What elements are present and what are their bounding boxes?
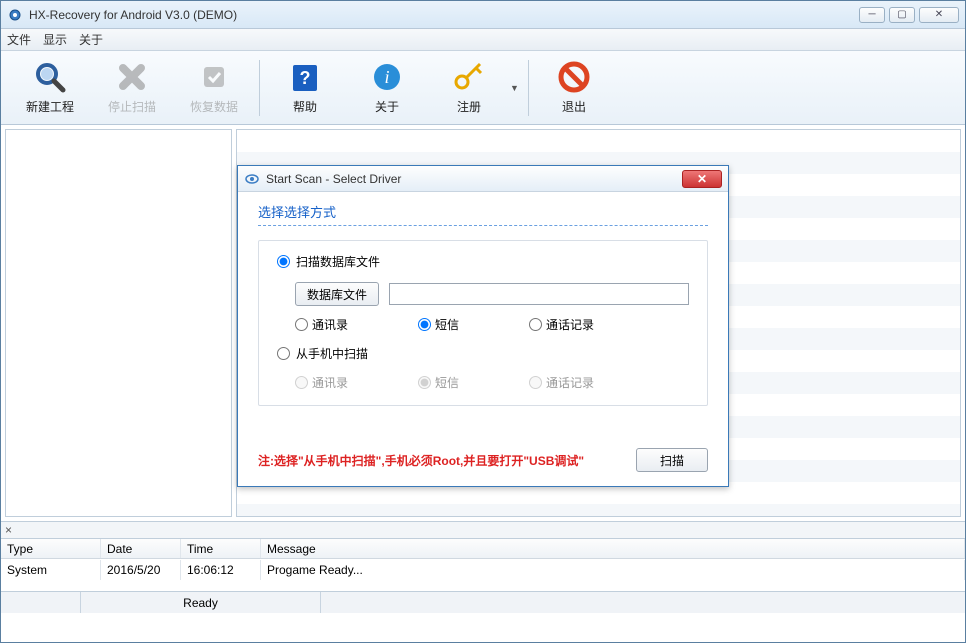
- eye-icon: [244, 171, 260, 187]
- toolbar-label: 新建工程: [26, 98, 74, 115]
- toolbar-label: 退出: [562, 98, 586, 115]
- toolbar: 新建工程 停止扫描 恢复数据 ? 帮助 i 关于 注册 ▼ 退出: [1, 51, 965, 125]
- log-header-time[interactable]: Time: [181, 539, 261, 558]
- menubar: 文件 显示 关于: [1, 29, 965, 51]
- toolbar-label: 恢复数据: [190, 98, 238, 115]
- toolbar-recover: 恢复数据: [173, 55, 255, 121]
- recover-icon: [197, 60, 231, 94]
- option-scan-phone[interactable]: 从手机中扫描: [277, 345, 689, 362]
- toolbar-about[interactable]: i 关于: [346, 55, 428, 121]
- db-file-button[interactable]: 数据库文件: [295, 282, 379, 306]
- log-cell-date: 2016/5/20: [101, 560, 181, 580]
- radio-contacts-disabled: 通讯录: [295, 374, 348, 391]
- info-icon: i: [370, 60, 404, 94]
- scan-dialog: Start Scan - Select Driver ✕ 选择选择方式 扫描数据…: [237, 165, 729, 487]
- radio-contacts[interactable]: 通讯录: [295, 316, 348, 333]
- log-header-type[interactable]: Type: [1, 539, 101, 558]
- menu-about[interactable]: 关于: [79, 31, 103, 48]
- db-file-row: 数据库文件: [295, 282, 689, 306]
- window-title: HX-Recovery for Android V3.0 (DEMO): [29, 8, 859, 22]
- radio-scan-db[interactable]: [277, 255, 290, 268]
- status-ready: Ready: [81, 592, 321, 613]
- menu-view[interactable]: 显示: [43, 31, 67, 48]
- dialog-option-group: 扫描数据库文件 数据库文件 通讯录 短信 通话记录 从手机中扫描 通讯录 短信 …: [258, 240, 708, 406]
- dialog-title: Start Scan - Select Driver: [266, 172, 682, 186]
- log-cell-type: System: [1, 560, 101, 580]
- stop-icon: [115, 60, 149, 94]
- toolbar-label: 帮助: [293, 98, 317, 115]
- dropdown-arrow-icon[interactable]: ▼: [510, 83, 524, 93]
- toolbar-exit[interactable]: 退出: [533, 55, 615, 121]
- svg-text:?: ?: [300, 68, 311, 88]
- toolbar-label: 停止扫描: [108, 98, 156, 115]
- log-row[interactable]: System 2016/5/20 16:06:12 Progame Ready.…: [1, 559, 965, 581]
- toolbar-new-project[interactable]: 新建工程: [9, 55, 91, 121]
- log-header-date[interactable]: Date: [101, 539, 181, 558]
- radio-sms[interactable]: 短信: [418, 316, 459, 333]
- dialog-body: 选择选择方式 扫描数据库文件 数据库文件 通讯录 短信 通话记录 从手机中扫描: [238, 192, 728, 448]
- help-book-icon: ?: [288, 60, 322, 94]
- maximize-button[interactable]: ▢: [889, 7, 915, 23]
- log-table: Type Date Time Message System 2016/5/20 …: [1, 539, 965, 591]
- radio-calllog[interactable]: 通话记录: [529, 316, 594, 333]
- left-tree-panel[interactable]: [5, 129, 232, 517]
- toolbar-label: 关于: [375, 98, 399, 115]
- key-icon: [452, 60, 486, 94]
- log-cell-time: 16:06:12: [181, 560, 261, 580]
- window-controls: ─ ▢ ✕: [859, 7, 959, 23]
- toolbar-label: 注册: [457, 98, 481, 115]
- minimize-button[interactable]: ─: [859, 7, 885, 23]
- dialog-heading: 选择选择方式: [258, 202, 708, 221]
- dialog-titlebar[interactable]: Start Scan - Select Driver ✕: [238, 166, 728, 192]
- toolbar-separator: [528, 60, 529, 116]
- db-subtype-row: 通讯录 短信 通话记录: [295, 316, 689, 333]
- option-scan-db[interactable]: 扫描数据库文件: [277, 253, 689, 270]
- log-panel: × Type Date Time Message System 2016/5/2…: [1, 521, 965, 591]
- phone-subtype-row: 通讯录 短信 通话记录: [295, 374, 689, 391]
- toolbar-help[interactable]: ? 帮助: [264, 55, 346, 121]
- dialog-note: 注:选择"从手机中扫描",手机必须Root,并且要打开"USB调试": [258, 452, 636, 469]
- option-label: 扫描数据库文件: [296, 253, 380, 270]
- dialog-footer: 注:选择"从手机中扫描",手机必须Root,并且要打开"USB调试" 扫描: [238, 448, 728, 486]
- radio-scan-phone[interactable]: [277, 347, 290, 360]
- svg-text:i: i: [384, 67, 389, 87]
- close-icon: ×: [5, 523, 12, 537]
- menu-file[interactable]: 文件: [7, 31, 31, 48]
- log-header-row: Type Date Time Message: [1, 539, 965, 559]
- app-icon: [7, 7, 23, 23]
- option-label: 从手机中扫描: [296, 345, 368, 362]
- radio-sms-disabled: 短信: [418, 374, 459, 391]
- status-cell-empty: [1, 592, 81, 613]
- toolbar-register[interactable]: 注册: [428, 55, 510, 121]
- radio-calllog-disabled: 通话记录: [529, 374, 594, 391]
- magnifier-icon: [33, 60, 67, 94]
- close-button[interactable]: ✕: [919, 7, 959, 23]
- statusbar: Ready: [1, 591, 965, 613]
- toolbar-separator: [259, 60, 260, 116]
- log-panel-close[interactable]: ×: [1, 522, 965, 539]
- dialog-close-button[interactable]: ✕: [682, 170, 722, 188]
- scan-button[interactable]: 扫描: [636, 448, 708, 472]
- exit-icon: [557, 60, 591, 94]
- log-header-message[interactable]: Message: [261, 539, 965, 558]
- titlebar: HX-Recovery for Android V3.0 (DEMO) ─ ▢ …: [1, 1, 965, 29]
- log-cell-message: Progame Ready...: [261, 560, 965, 580]
- status-cell-flex: [321, 592, 965, 613]
- toolbar-stop-scan: 停止扫描: [91, 55, 173, 121]
- db-path-input[interactable]: [389, 283, 689, 305]
- dialog-divider: [258, 225, 708, 226]
